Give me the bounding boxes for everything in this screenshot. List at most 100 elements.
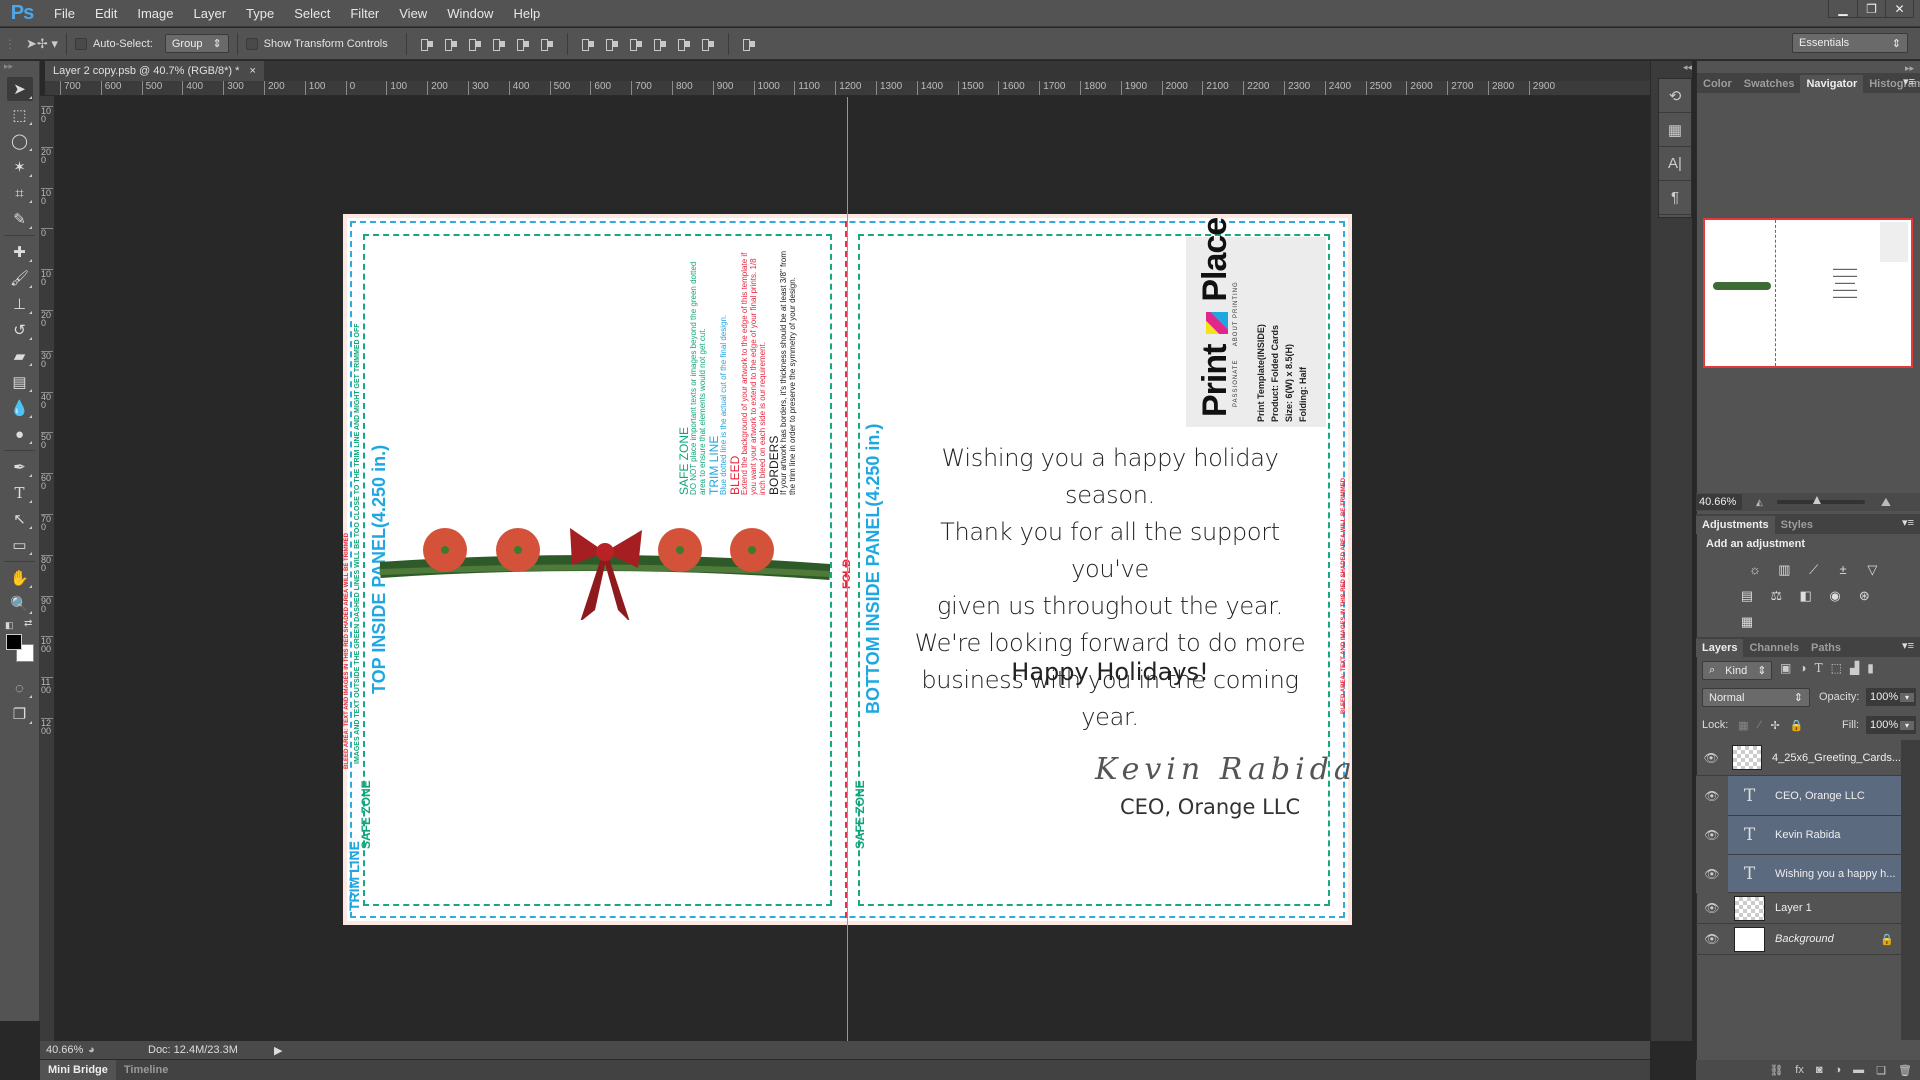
zoom-out-icon[interactable]: ◭ [1756, 497, 1763, 508]
navigator-zoom-value[interactable]: 40.66% [1696, 494, 1742, 510]
distribute-right-icon[interactable] [700, 37, 716, 51]
visibility-eye-icon[interactable]: 👁 [1696, 932, 1728, 946]
tab-swatches[interactable]: Swatches [1738, 75, 1801, 93]
filter-type-icon[interactable]: T [1815, 661, 1823, 675]
align-top-icon[interactable] [419, 37, 435, 51]
move-tool[interactable]: ➤ [6, 77, 33, 101]
opacity-dropdown-icon[interactable]: ▾ [1900, 692, 1914, 702]
distribute-top-icon[interactable] [580, 37, 596, 51]
align-bottom-icon[interactable] [467, 37, 483, 51]
align-vcenter-icon[interactable] [443, 37, 459, 51]
paragraph-panel-icon[interactable]: ¶ [1659, 181, 1691, 215]
exposure-icon[interactable]: ± [1833, 562, 1853, 578]
align-left-icon[interactable] [491, 37, 507, 51]
layer-row[interactable]: 👁 T CEO, Orange LLC [1696, 775, 1901, 816]
signature-text[interactable]: Kevin Rabida [1095, 752, 1357, 787]
panel-menu-icon[interactable]: ▾≡ [1903, 75, 1915, 88]
visibility-eye-icon[interactable]: 👁 [1696, 901, 1728, 915]
quick-mask-button[interactable]: ◌ [7, 676, 33, 700]
auto-select-dropdown[interactable]: Group ⇕ [164, 34, 229, 53]
lock-position-icon[interactable]: ✢ [1771, 719, 1780, 732]
distribute-hcenter-icon[interactable] [676, 37, 692, 51]
tab-adjustments[interactable]: Adjustments [1696, 516, 1775, 534]
panel-menu-icon[interactable]: ▾≡ [1902, 516, 1914, 529]
layer-filter-kind[interactable]: ⌕ Kind ⇕ [1702, 661, 1772, 680]
new-adjustment-icon[interactable]: ◑ [1835, 1064, 1842, 1076]
properties-panel-icon[interactable]: ▦ [1659, 113, 1691, 147]
distribute-vcenter-icon[interactable] [604, 37, 620, 51]
tab-timeline[interactable]: Timeline [116, 1060, 176, 1080]
menu-type[interactable]: Type [236, 0, 284, 27]
distribute-bottom-icon[interactable] [628, 37, 644, 51]
lock-transparent-icon[interactable]: ▦ [1738, 719, 1748, 732]
shape-tool[interactable]: ▭ [7, 533, 33, 557]
link-layers-icon[interactable]: ⛓ [1769, 1064, 1783, 1077]
menu-window[interactable]: Window [437, 0, 503, 27]
healing-brush-tool[interactable]: ✚ [7, 240, 33, 264]
move-tool-preset-icon[interactable]: ➤✢ ▾ [26, 36, 58, 52]
layer-row[interactable]: 👁 T Wishing you a happy h... [1696, 854, 1901, 893]
tab-color[interactable]: Color [1697, 75, 1738, 93]
closing-text[interactable]: Happy Holidays! [910, 658, 1310, 686]
menu-view[interactable]: View [389, 0, 437, 27]
type-tool[interactable]: T [7, 481, 33, 505]
default-colors-icon[interactable]: ◧ [5, 620, 14, 631]
tab-navigator[interactable]: Navigator [1800, 75, 1864, 93]
align-right-icon[interactable] [539, 37, 555, 51]
share-icon[interactable]: ◕ [88, 1044, 108, 1056]
collapse-dock-icon[interactable]: ◂◂ [1683, 62, 1692, 73]
pen-tool[interactable]: ✒ [7, 455, 33, 479]
hand-tool[interactable]: ✋ [7, 566, 33, 590]
photo-filter-icon[interactable]: ◉ [1825, 588, 1845, 604]
layer-row[interactable]: 👁 4_25x6_Greeting_Cards... [1696, 740, 1901, 776]
menu-layer[interactable]: Layer [184, 0, 237, 27]
filter-pixel-icon[interactable]: ▣ [1780, 661, 1791, 675]
screen-mode-button[interactable]: ❐ [7, 702, 33, 726]
color-lookup-icon[interactable]: ▦ [1737, 614, 1757, 630]
marquee-tool[interactable]: ⬚ [7, 103, 33, 127]
fill-field[interactable]: 100% ▾ [1866, 716, 1916, 734]
filter-smart-icon[interactable]: ▟ [1850, 661, 1859, 675]
layer-row[interactable]: 👁 Layer 1 [1696, 893, 1901, 924]
menu-select[interactable]: Select [284, 0, 340, 27]
zoom-tool[interactable]: 🔍 [7, 592, 33, 616]
status-zoom[interactable]: 40.66% [40, 1044, 88, 1056]
new-group-icon[interactable]: ▬ [1853, 1064, 1864, 1076]
blur-tool[interactable]: 💧 [7, 396, 33, 420]
document-tab[interactable]: Layer 2 copy.psb @ 40.7% (RGB/8*) * × [45, 61, 264, 81]
navigator-zoom-slider[interactable] [1776, 496, 1865, 504]
greeting-text[interactable]: Wishing you a happy holiday season. Than… [910, 440, 1310, 736]
close-window-button[interactable]: ✕ [1885, 0, 1913, 18]
magic-wand-tool[interactable]: ✶ [7, 155, 33, 179]
opacity-field[interactable]: 100% ▾ [1866, 688, 1916, 706]
fill-dropdown-icon[interactable]: ▾ [1900, 720, 1914, 730]
lock-image-icon[interactable]: ⁄ [1759, 719, 1761, 732]
vibrance-icon[interactable]: ▽ [1862, 562, 1882, 578]
filter-adjustment-icon[interactable]: ◑ [1799, 661, 1806, 675]
horizontal-ruler[interactable]: 700 600 500 400 300 200 100 0 100 200 300 400 500 600… [45, 81, 1650, 96]
hue-saturation-icon[interactable]: ▤ [1737, 588, 1757, 604]
character-panel-icon[interactable]: A| [1659, 147, 1691, 181]
delete-layer-icon[interactable]: 🗑 [1898, 1064, 1912, 1077]
show-transform-checkbox[interactable] [245, 37, 258, 50]
swap-colors-icon[interactable]: ⇄ [24, 618, 32, 629]
lock-all-icon[interactable]: 🔒 [1790, 719, 1804, 732]
black-white-icon[interactable]: ◧ [1796, 588, 1816, 604]
gradient-tool[interactable]: ▤ [7, 370, 33, 394]
menu-filter[interactable]: Filter [340, 0, 389, 27]
filter-toggle[interactable]: ▮ [1867, 661, 1874, 675]
history-brush-tool[interactable]: ↺ [7, 318, 33, 342]
brightness-contrast-icon[interactable]: ☼ [1745, 562, 1765, 578]
filter-shape-icon[interactable]: ⬚ [1831, 661, 1842, 675]
layer-style-icon[interactable]: fx [1795, 1064, 1804, 1076]
tab-channels[interactable]: Channels [1743, 639, 1805, 657]
vertical-ruler[interactable]: 100 200 100 0 100 200 300 400 500 600 700 800 900 100… [40, 96, 55, 1041]
layer-row[interactable]: 👁 Background 🔒 [1696, 924, 1901, 955]
collapse-toolbar-icon[interactable]: ▸▸ [0, 61, 39, 75]
eraser-tool[interactable]: ▰ [7, 344, 33, 368]
color-balance-icon[interactable]: ⚖ [1766, 588, 1786, 604]
tab-paths[interactable]: Paths [1805, 639, 1847, 657]
tab-layers[interactable]: Layers [1696, 639, 1744, 657]
signature-title-text[interactable]: CEO, Orange LLC [1120, 795, 1300, 819]
status-menu-arrow-icon[interactable]: ▶ [274, 1044, 282, 1057]
